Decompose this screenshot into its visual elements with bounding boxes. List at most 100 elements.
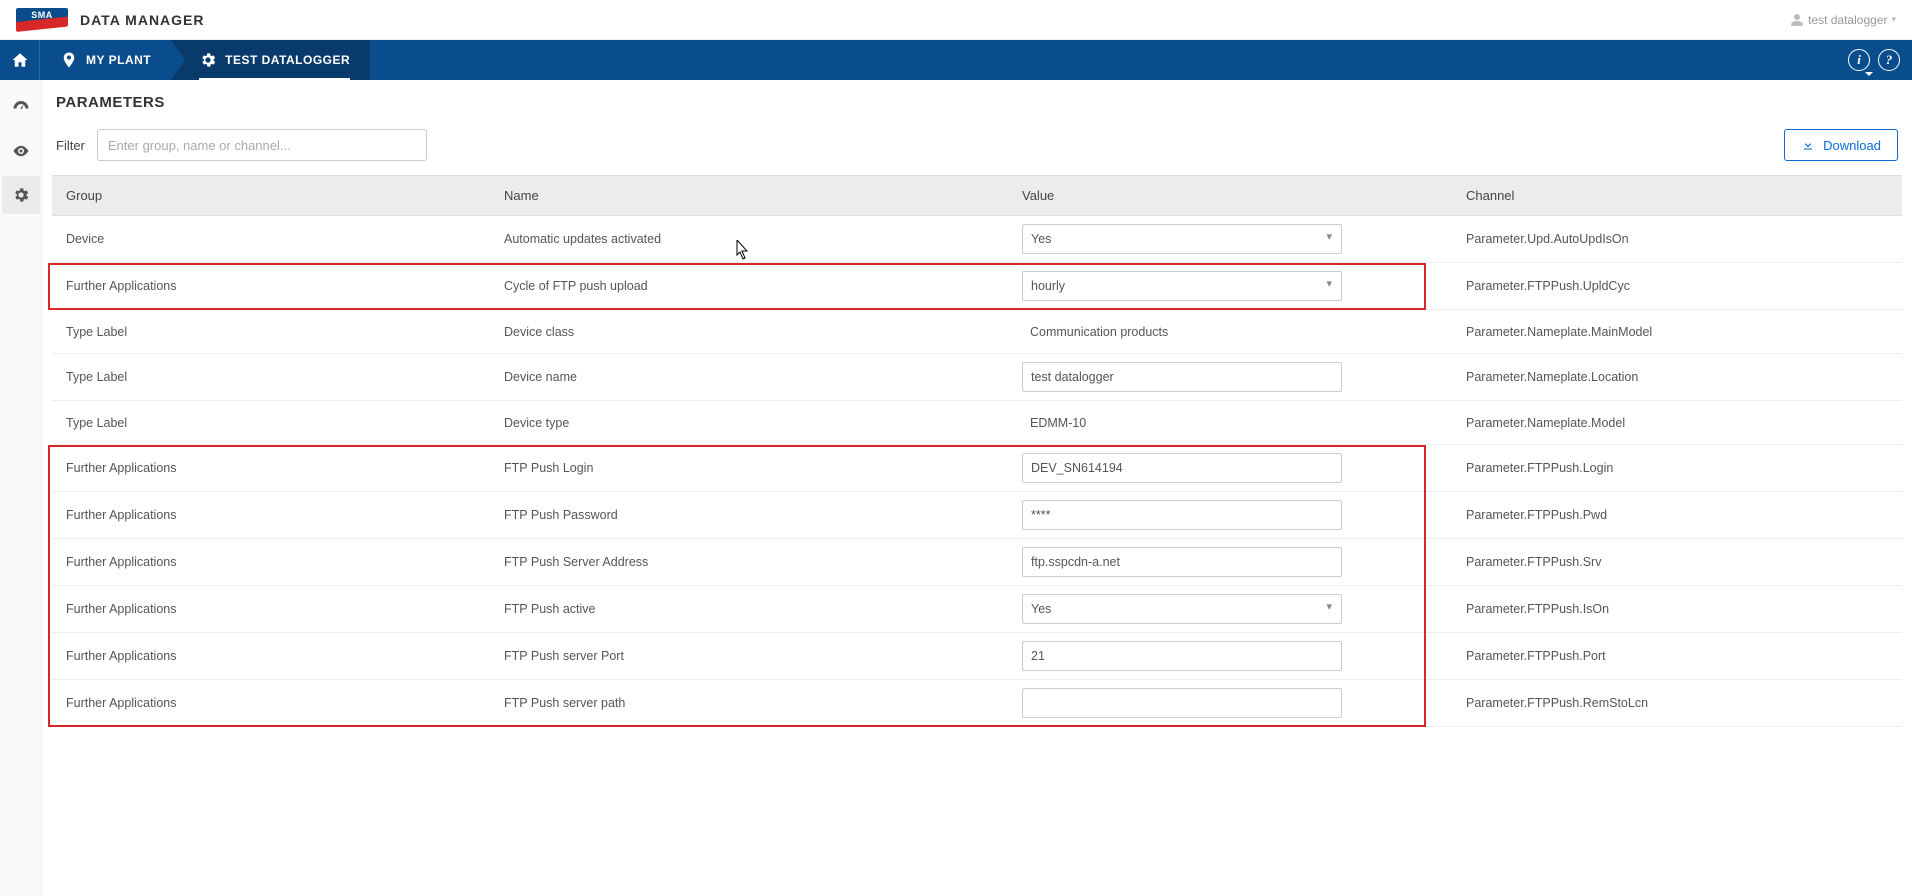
side-nav-monitor[interactable] — [2, 132, 40, 170]
cell-name: FTP Push Server Address — [496, 539, 1014, 586]
download-button[interactable]: Download — [1784, 129, 1898, 161]
cell-value: Yes — [1014, 216, 1458, 263]
value-static: Communication products — [1022, 325, 1450, 339]
cell-channel: Parameter.FTPPush.Pwd — [1458, 492, 1902, 539]
table-row: Further ApplicationsFTP Push server Port… — [52, 633, 1902, 680]
download-label: Download — [1823, 138, 1881, 153]
nav-tab-device-label: TEST DATALOGGER — [225, 53, 350, 67]
value-select[interactable]: hourly — [1022, 271, 1342, 301]
parameters-table: Group Name Value Channel DeviceAutomatic… — [52, 175, 1902, 727]
value-input[interactable] — [1022, 500, 1342, 530]
pin-icon — [60, 51, 78, 69]
cell-value — [1014, 445, 1458, 492]
cell-name: Device type — [496, 401, 1014, 445]
side-nav-settings[interactable] — [2, 176, 40, 214]
cell-channel: Parameter.FTPPush.Srv — [1458, 539, 1902, 586]
gear-icon — [12, 186, 30, 204]
cell-channel: Parameter.FTPPush.RemStoLcn — [1458, 680, 1902, 727]
cell-name: Device class — [496, 310, 1014, 354]
cell-channel: Parameter.FTPPush.Login — [1458, 445, 1902, 492]
nav-home[interactable] — [0, 40, 40, 80]
table-row: Further ApplicationsCycle of FTP push up… — [52, 263, 1902, 310]
user-label: test datalogger — [1808, 13, 1887, 27]
download-icon — [1801, 138, 1815, 152]
cell-group: Further Applications — [52, 445, 496, 492]
home-icon — [11, 51, 29, 69]
cell-value: hourly — [1014, 263, 1458, 310]
cell-channel: Parameter.Nameplate.MainModel — [1458, 310, 1902, 354]
cell-channel: Parameter.FTPPush.IsOn — [1458, 586, 1902, 633]
cell-group: Type Label — [52, 354, 496, 401]
col-header-value[interactable]: Value — [1014, 176, 1458, 216]
cell-name: FTP Push server path — [496, 680, 1014, 727]
filter-input[interactable] — [97, 129, 427, 161]
user-menu[interactable]: test datalogger ▾ — [1790, 13, 1896, 27]
nav-tab-my-plant[interactable]: MY PLANT — [40, 40, 171, 80]
app-title: DATA MANAGER — [80, 12, 205, 28]
cell-value — [1014, 539, 1458, 586]
side-nav-dashboard[interactable] — [2, 88, 40, 126]
cell-name: Cycle of FTP push upload — [496, 263, 1014, 310]
cell-value — [1014, 492, 1458, 539]
cell-name: FTP Push Login — [496, 445, 1014, 492]
table-row: Type LabelDevice name Parameter.Nameplate… — [52, 354, 1902, 401]
cell-value: Communication products — [1014, 310, 1458, 354]
cell-name: Automatic updates activated — [496, 216, 1014, 263]
cell-name: Device name — [496, 354, 1014, 401]
cell-value — [1014, 680, 1458, 727]
table-row: DeviceAutomatic updates activated Yes Para… — [52, 216, 1902, 263]
cell-group: Further Applications — [52, 263, 496, 310]
table-row: Further ApplicationsFTP Push active Yes Pa… — [52, 586, 1902, 633]
value-select[interactable]: Yes — [1022, 224, 1342, 254]
cell-group: Type Label — [52, 310, 496, 354]
value-input[interactable] — [1022, 453, 1342, 483]
cell-name: FTP Push active — [496, 586, 1014, 633]
top-header: SMA DATA MANAGER test datalogger ▾ — [0, 0, 1912, 40]
table-row: Type LabelDevice type EDMM-10 Parameter.Na… — [52, 401, 1902, 445]
table-row: Type LabelDevice class Communication prod… — [52, 310, 1902, 354]
cell-value — [1014, 354, 1458, 401]
side-nav — [0, 80, 42, 896]
cell-channel: Parameter.Nameplate.Location — [1458, 354, 1902, 401]
cell-value — [1014, 633, 1458, 680]
col-header-group[interactable]: Group — [52, 176, 496, 216]
cell-channel: Parameter.FTPPush.Port — [1458, 633, 1902, 680]
col-header-name[interactable]: Name — [496, 176, 1014, 216]
info-icon[interactable]: i — [1848, 49, 1870, 71]
gauge-icon — [12, 98, 30, 116]
filter-label: Filter — [56, 138, 85, 153]
value-input[interactable] — [1022, 547, 1342, 577]
eye-icon — [12, 142, 30, 160]
nav-tab-plant-label: MY PLANT — [86, 53, 151, 67]
table-row: Further ApplicationsFTP Push Password Par… — [52, 492, 1902, 539]
value-input[interactable] — [1022, 362, 1342, 392]
cell-channel: Parameter.FTPPush.UpldCyc — [1458, 263, 1902, 310]
cell-group: Further Applications — [52, 539, 496, 586]
value-input[interactable] — [1022, 641, 1342, 671]
table-row: Further ApplicationsFTP Push Server Addr… — [52, 539, 1902, 586]
table-row: Further ApplicationsFTP Push Login Parame… — [52, 445, 1902, 492]
cell-value: Yes — [1014, 586, 1458, 633]
cell-group: Further Applications — [52, 586, 496, 633]
cell-channel: Parameter.Upd.AutoUpdIsOn — [1458, 216, 1902, 263]
col-header-channel[interactable]: Channel — [1458, 176, 1902, 216]
page-title: PARAMETERS — [52, 94, 1902, 111]
cell-group: Device — [52, 216, 496, 263]
main-nav: MY PLANT TEST DATALOGGER i ? — [0, 40, 1912, 80]
help-icon[interactable]: ? — [1878, 49, 1900, 71]
value-input[interactable] — [1022, 688, 1342, 718]
value-static: EDMM-10 — [1022, 416, 1450, 430]
nav-tab-device[interactable]: TEST DATALOGGER — [171, 40, 370, 80]
value-select[interactable]: Yes — [1022, 594, 1342, 624]
cell-value: EDMM-10 — [1014, 401, 1458, 445]
device-gear-icon — [199, 51, 217, 69]
user-icon — [1790, 13, 1804, 27]
cell-group: Further Applications — [52, 633, 496, 680]
cell-group: Further Applications — [52, 492, 496, 539]
cell-group: Type Label — [52, 401, 496, 445]
chevron-down-icon: ▾ — [1891, 14, 1896, 25]
cell-channel: Parameter.Nameplate.Model — [1458, 401, 1902, 445]
cell-group: Further Applications — [52, 680, 496, 727]
brand-logo: SMA — [16, 8, 68, 32]
cell-name: FTP Push Password — [496, 492, 1014, 539]
